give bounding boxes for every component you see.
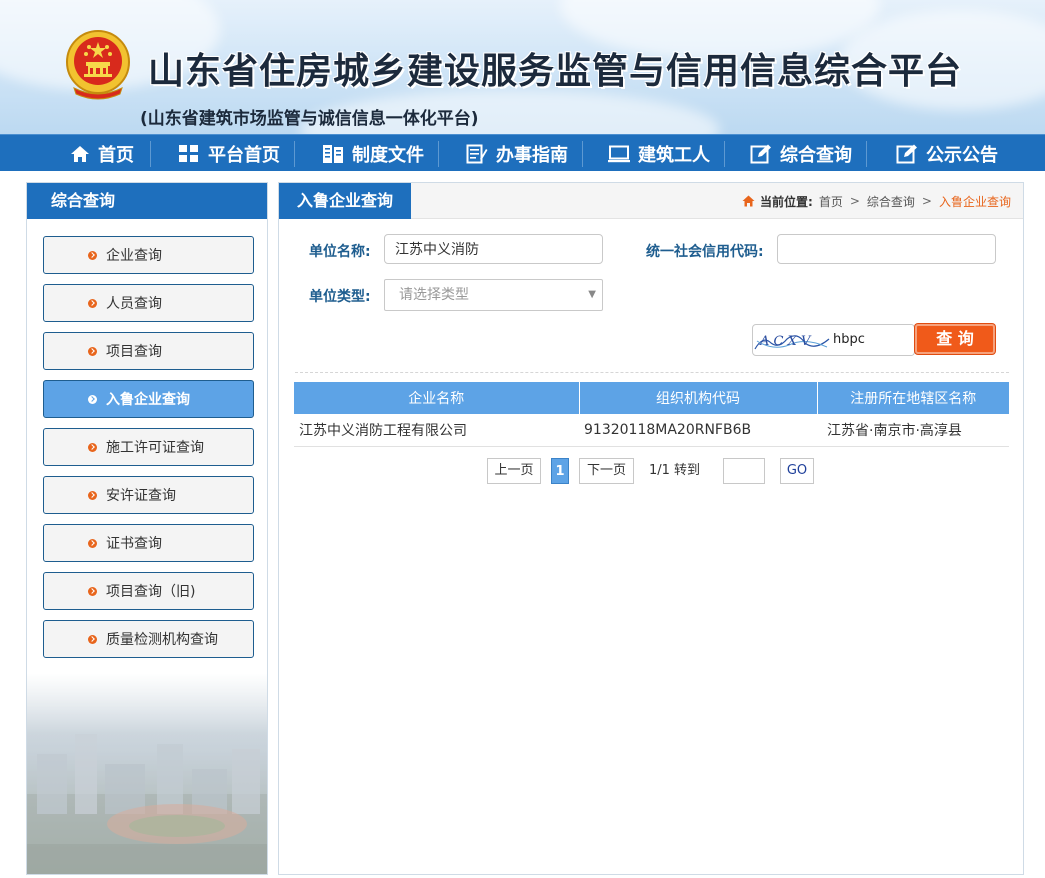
breadcrumb-item-current: 入鲁企业查询 (938, 194, 1011, 209)
monitor-icon (608, 145, 630, 162)
arrow-circle-icon (88, 346, 97, 356)
nav-label: 公示公告 (926, 144, 998, 166)
current-page[interactable]: 1 (551, 458, 569, 484)
sidebar-item-certificate-query[interactable]: 证书查询 (43, 524, 254, 562)
national-emblem-icon (66, 30, 130, 100)
nav-label: 首页 (98, 144, 134, 166)
home-icon (742, 195, 755, 207)
page-info: 1/1 转到 (649, 463, 701, 478)
sidebar-item-project-query-old[interactable]: 项目查询（旧) (43, 572, 254, 610)
nav-label: 平台首页 (208, 144, 280, 166)
nav-label: 制度文件 (352, 144, 424, 166)
table-header-row: 企业名称 组织机构代码 注册所在地辖区名称 (294, 382, 1009, 414)
nav-item-notices[interactable]: 公示公告 (896, 135, 998, 172)
nav-label: 建筑工人 (638, 144, 710, 166)
breadcrumb: 当前位置: 首页 > 综合查询 > 入鲁企业查询 (742, 183, 1011, 219)
unit-type-label: 单位类型: (309, 289, 371, 305)
sidebar-item-label: 安许证查询 (106, 488, 176, 504)
arrow-circle-icon (88, 634, 97, 644)
arrow-circle-icon (88, 394, 97, 404)
captcha-image[interactable]: A C X V (753, 325, 831, 355)
sidebar-item-label: 项目查询（旧) (106, 584, 196, 600)
arrow-circle-icon (88, 442, 97, 452)
nav-item-platform-home[interactable]: 平台首页 (178, 135, 280, 172)
sidebar-item-label: 企业查询 (106, 248, 162, 264)
grid-icon (179, 144, 198, 162)
breadcrumb-separator: > (849, 194, 860, 208)
arrow-circle-icon (88, 538, 97, 548)
column-header-org-code: 组织机构代码 (579, 382, 818, 414)
pagination: 上一页 1 下一页 1/1 转到 GO (279, 458, 1025, 484)
next-page-button[interactable]: 下一页 (579, 458, 634, 484)
captcha-input[interactable] (833, 325, 913, 355)
sidebar-item-safety-license-query[interactable]: 安许证查询 (43, 476, 254, 514)
column-header-company-name: 企业名称 (294, 382, 580, 414)
document-icon (323, 144, 343, 163)
main-nav: 首页 平台首页 制度文件 办事指南 建筑工人 综合查询 公示公告 (0, 134, 1045, 171)
divider (295, 372, 1009, 373)
main-panel: 入鲁企业查询 当前位置: 首页 > 综合查询 > 入鲁企业查询 单位名称: 统一… (278, 182, 1024, 875)
city-background-image (27, 674, 267, 874)
sidebar-item-incoming-enterprise-query[interactable]: 入鲁企业查询 (43, 380, 254, 418)
unit-type-placeholder: 请选择类型 (399, 287, 469, 303)
goto-page-input[interactable] (723, 458, 765, 484)
sidebar-item-quality-inspection-query[interactable]: 质量检测机构查询 (43, 620, 254, 658)
query-button[interactable]: 查 询 (915, 324, 995, 354)
credit-code-input[interactable] (777, 234, 996, 264)
site-header: 山东省住房城乡建设服务监管与信用信息综合平台 (山东省建筑市场监管与诚信信息一体… (0, 0, 1045, 134)
unit-type-select[interactable]: 请选择类型 ▼ (384, 279, 603, 311)
sidebar-item-label: 施工许可证查询 (106, 440, 204, 456)
region-cell: 江苏省·南京市·高淳县 (817, 414, 1009, 447)
sidebar-item-label: 人员查询 (106, 296, 162, 312)
unit-name-input[interactable] (384, 234, 603, 264)
results-table: 企业名称 组织机构代码 注册所在地辖区名称 江苏中义消防工程有限公司 91320… (294, 382, 1009, 447)
nav-label: 综合查询 (780, 144, 852, 166)
site-subtitle: (山东省建筑市场监管与诚信信息一体化平台) (140, 109, 479, 129)
arrow-circle-icon (88, 298, 97, 308)
edit-icon (750, 144, 771, 163)
sidebar-item-construction-permit-query[interactable]: 施工许可证查询 (43, 428, 254, 466)
nav-item-query[interactable]: 综合查询 (750, 135, 852, 172)
notice-icon (896, 144, 917, 163)
sidebar-item-label: 项目查询 (106, 344, 162, 360)
nav-item-home[interactable]: 首页 (70, 135, 134, 172)
captcha-field: A C X V (752, 324, 915, 356)
column-header-region: 注册所在地辖区名称 (817, 382, 1009, 414)
credit-code-label: 统一社会信用代码: (646, 244, 764, 260)
sidebar-item-project-query[interactable]: 项目查询 (43, 332, 254, 370)
dropdown-arrow-icon: ▼ (588, 289, 596, 300)
main-panel-title: 入鲁企业查询 (279, 183, 412, 219)
breadcrumb-item-home[interactable]: 首页 (819, 193, 843, 210)
arrow-circle-icon (88, 250, 97, 260)
sidebar-title: 综合查询 (27, 183, 267, 219)
table-row[interactable]: 江苏中义消防工程有限公司 91320118MA20RNFB6B 江苏省·南京市·… (294, 414, 1009, 447)
sidebar-item-personnel-query[interactable]: 人员查询 (43, 284, 254, 322)
sidebar-item-label: 入鲁企业查询 (106, 392, 190, 408)
site-title: 山东省住房城乡建设服务监管与信用信息综合平台 (148, 51, 963, 92)
company-name-cell[interactable]: 江苏中义消防工程有限公司 (294, 414, 579, 447)
guide-icon (466, 144, 488, 163)
sidebar-item-label: 证书查询 (106, 536, 162, 552)
sidebar: 综合查询 企业查询 人员查询 项目查询 入鲁企业查询 施工许可证查询 安许证查询… (26, 182, 268, 875)
org-code-cell: 91320118MA20RNFB6B (579, 414, 817, 447)
prev-page-button[interactable]: 上一页 (487, 458, 541, 484)
breadcrumb-separator: > (921, 194, 932, 208)
nav-item-guide[interactable]: 办事指南 (466, 135, 568, 172)
arrow-circle-icon (88, 490, 97, 500)
go-button[interactable]: GO (780, 458, 814, 484)
main-panel-header: 入鲁企业查询 当前位置: 首页 > 综合查询 > 入鲁企业查询 (279, 183, 1023, 219)
sidebar-item-label: 质量检测机构查询 (106, 632, 218, 648)
sidebar-item-enterprise-query[interactable]: 企业查询 (43, 236, 254, 274)
nav-item-regulations[interactable]: 制度文件 (322, 135, 424, 172)
captcha-text: A C X V (759, 334, 812, 349)
unit-name-label: 单位名称: (309, 244, 371, 260)
nav-item-workers[interactable]: 建筑工人 (608, 135, 710, 172)
nav-label: 办事指南 (496, 144, 568, 166)
arrow-circle-icon (88, 586, 97, 596)
home-icon (71, 145, 89, 162)
breadcrumb-label: 当前位置: (760, 194, 813, 209)
breadcrumb-item-query[interactable]: 综合查询 (867, 193, 915, 210)
